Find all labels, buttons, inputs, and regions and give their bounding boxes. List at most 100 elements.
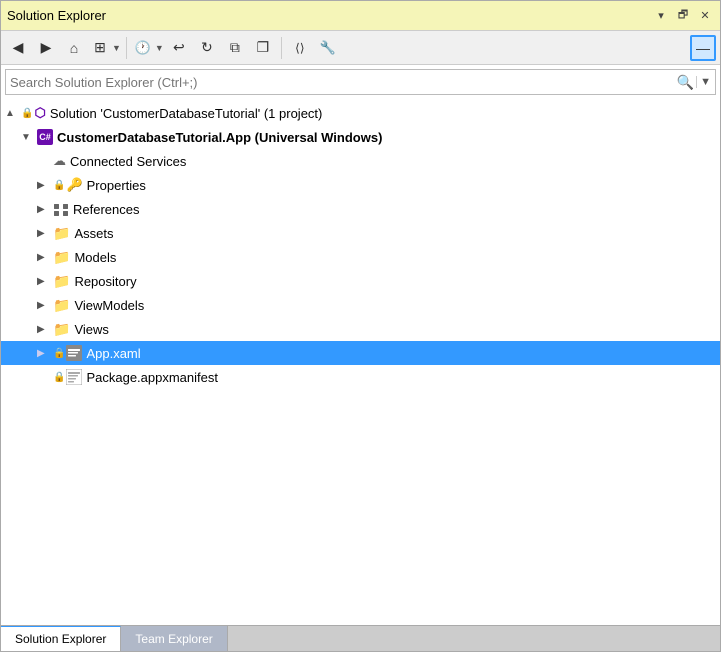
bottom-tab-bar: Solution Explorer Team Explorer — [1, 625, 720, 651]
home-button[interactable]: ⌂ — [61, 35, 87, 61]
title-bar: Solution Explorer ▾ 🗗 ✕ — [1, 1, 720, 31]
viewmodels-arrow[interactable]: ▶ — [37, 300, 53, 311]
solution-explorer-tab-label: Solution Explorer — [15, 632, 106, 646]
search-dropdown-arrow[interactable]: ▼ — [696, 76, 711, 88]
tree-item-viewmodels[interactable]: ▶ 📁 ViewModels — [1, 293, 720, 317]
repository-folder-icon: 📁 — [53, 273, 70, 290]
copy-button[interactable]: ❐ — [250, 35, 276, 61]
viewmodels-label: ViewModels — [74, 298, 144, 313]
undo-button[interactable]: ↩ — [166, 35, 192, 61]
code-button[interactable]: ⟨⟩ — [287, 35, 313, 61]
app-xaml-lock-icon: 🔒 — [53, 348, 65, 359]
title-controls: ▾ 🗗 ✕ — [652, 7, 714, 25]
solution-label: Solution 'CustomerDatabaseTutorial' (1 p… — [50, 106, 323, 121]
search-bar[interactable]: 🔍 ▼ — [5, 69, 716, 95]
references-label: References — [73, 202, 139, 217]
layers-icon: ⧉ — [230, 39, 240, 56]
switch-views-icon-btn: ⊞ — [89, 35, 111, 61]
views-label: Views — [74, 322, 108, 337]
pin-button[interactable]: ▾ — [652, 7, 670, 25]
repository-arrow[interactable]: ▶ — [37, 276, 53, 287]
tools-icon: 🔧 — [320, 40, 336, 56]
copy-icon: ❐ — [257, 39, 270, 56]
tools-button[interactable]: 🔧 — [315, 35, 341, 61]
manifest-icon — [66, 369, 82, 386]
csharp-icon: C# — [37, 129, 53, 145]
references-icon — [53, 201, 69, 217]
project-expand-arrow[interactable]: ▼ — [21, 132, 37, 143]
switch-views-arrow[interactable]: ▼ — [112, 43, 121, 53]
switch-views-icon: ⊞ — [94, 39, 106, 56]
properties-arrow[interactable]: ▶ — [37, 180, 53, 191]
tree-item-repository[interactable]: ▶ 📁 Repository — [1, 269, 720, 293]
forward-icon: ▶ — [41, 39, 52, 56]
back-button[interactable]: ◀ — [5, 35, 31, 61]
tree-item-package-manifest[interactable]: ▶ 🔒 Package.appxmanifest — [1, 365, 720, 389]
views-arrow[interactable]: ▶ — [37, 324, 53, 335]
toolbar: ◀ ▶ ⌂ ⊞ ▼ 🕐 ▼ ↩ ↻ ⧉ ❐ — [1, 31, 720, 65]
solution-tree: ▲ 🔒 ⬡ Solution 'CustomerDatabaseTutorial… — [1, 99, 720, 625]
manifest-lock-icon: 🔒 — [53, 372, 65, 383]
properties-icon: 🔑 — [66, 177, 82, 193]
tree-item-solution[interactable]: ▲ 🔒 ⬡ Solution 'CustomerDatabaseTutorial… — [1, 101, 720, 125]
models-arrow[interactable]: ▶ — [37, 252, 53, 263]
app-xaml-arrow[interactable]: ▶ — [37, 348, 53, 359]
minimize-button[interactable]: — — [690, 35, 716, 61]
app-xaml-icon — [66, 345, 82, 362]
app-xaml-label: App.xaml — [86, 346, 140, 361]
tab-team-explorer[interactable]: Team Explorer — [121, 626, 227, 651]
close-button[interactable]: ✕ — [696, 7, 714, 25]
connected-services-label: Connected Services — [70, 154, 186, 169]
references-arrow[interactable]: ▶ — [37, 204, 53, 215]
lock-icon: 🔒 — [21, 108, 33, 119]
properties-lock-icon: 🔒 — [53, 180, 65, 191]
repository-label: Repository — [74, 274, 136, 289]
solution-expand-arrow[interactable]: ▲ — [5, 108, 21, 119]
assets-folder-icon: 📁 — [53, 225, 70, 242]
search-input[interactable] — [10, 75, 677, 90]
tree-item-assets[interactable]: ▶ 📁 Assets — [1, 221, 720, 245]
code-icon: ⟨⟩ — [295, 41, 304, 55]
forward-button[interactable]: ▶ — [33, 35, 59, 61]
window-title: Solution Explorer — [7, 8, 106, 23]
layers-button[interactable]: ⧉ — [222, 35, 248, 61]
properties-label: Properties — [87, 178, 146, 193]
history-icon-btn: 🕐 — [132, 35, 154, 61]
assets-arrow[interactable]: ▶ — [37, 228, 53, 239]
home-icon: ⌂ — [70, 40, 78, 56]
history-arrow[interactable]: ▼ — [155, 43, 164, 53]
switch-views-button[interactable]: ⊞ ▼ — [89, 35, 121, 61]
tree-item-references[interactable]: ▶ References — [1, 197, 720, 221]
manifest-label: Package.appxmanifest — [86, 370, 218, 385]
solution-explorer-window: Solution Explorer ▾ 🗗 ✕ ◀ ▶ ⌂ ⊞ ▼ 🕐 — [0, 0, 721, 652]
connected-services-arrow: ▶ — [37, 156, 53, 167]
undo-icon: ↩ — [173, 39, 185, 56]
viewmodels-folder-icon: 📁 — [53, 297, 70, 314]
history-button[interactable]: 🕐 ▼ — [132, 35, 164, 61]
tree-item-connected-services[interactable]: ▶ ☁ Connected Services — [1, 149, 720, 173]
project-label: CustomerDatabaseTutorial.App (Universal … — [57, 130, 382, 145]
tree-item-app-xaml[interactable]: ▶ 🔒 App.xaml — [1, 341, 720, 365]
team-explorer-tab-label: Team Explorer — [135, 632, 212, 646]
tree-item-models[interactable]: ▶ 📁 Models — [1, 245, 720, 269]
back-icon: ◀ — [13, 39, 24, 56]
vs-icon: ⬡ — [34, 105, 45, 121]
models-label: Models — [74, 250, 116, 265]
assets-label: Assets — [74, 226, 113, 241]
minimize-icon: — — [696, 40, 710, 56]
tree-item-project[interactable]: ▼ C# CustomerDatabaseTutorial.App (Unive… — [1, 125, 720, 149]
refresh-icon: ↻ — [201, 39, 213, 56]
history-icon: 🕐 — [135, 40, 151, 56]
models-folder-icon: 📁 — [53, 249, 70, 266]
restore-button[interactable]: 🗗 — [674, 7, 692, 25]
tab-solution-explorer[interactable]: Solution Explorer — [1, 626, 121, 651]
cloud-icon: ☁ — [53, 153, 66, 169]
views-folder-icon: 📁 — [53, 321, 70, 338]
tree-item-views[interactable]: ▶ 📁 Views — [1, 317, 720, 341]
separator-1 — [126, 37, 127, 59]
tree-item-properties[interactable]: ▶ 🔒 🔑 Properties — [1, 173, 720, 197]
search-icon: 🔍 — [677, 74, 694, 91]
separator-2 — [281, 37, 282, 59]
refresh-button[interactable]: ↻ — [194, 35, 220, 61]
manifest-arrow: ▶ — [37, 372, 53, 383]
